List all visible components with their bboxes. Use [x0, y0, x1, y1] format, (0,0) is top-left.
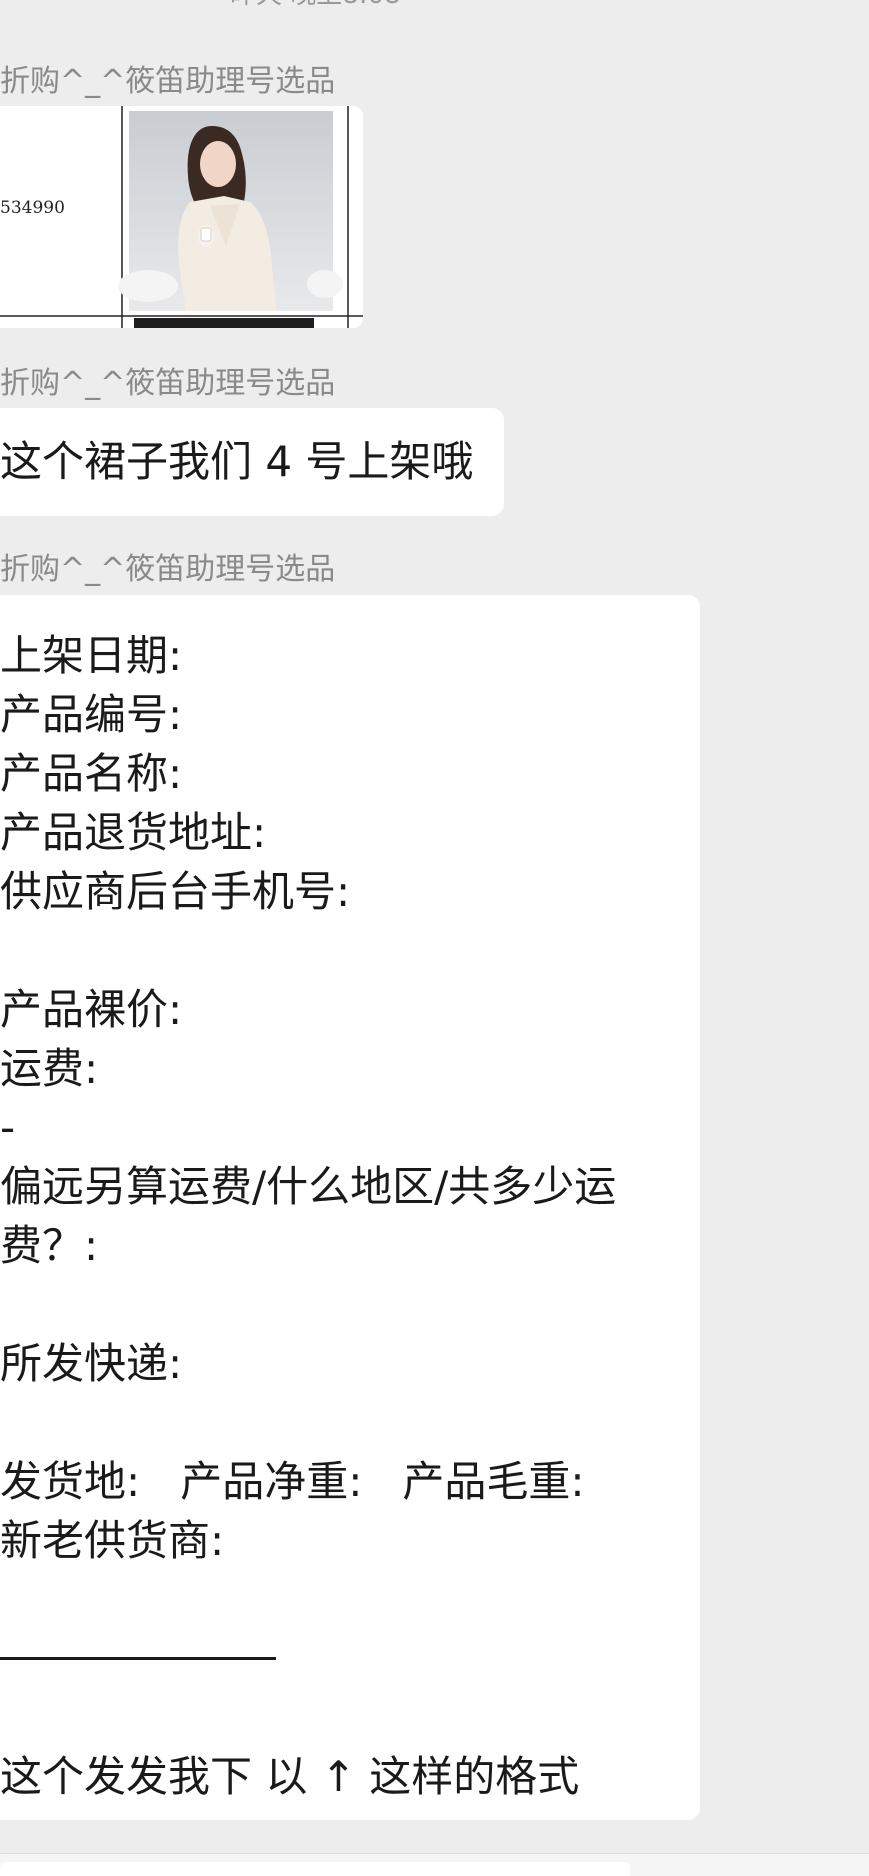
message-input[interactable] [0, 1862, 630, 1876]
message-text: 这个裙子我们 4 号上架哦 [0, 437, 474, 486]
form-line-remote-shipping: 偏远另算运费/什么地区/共多少运 [0, 1162, 617, 1211]
text-message-bubble[interactable]: 这个裙子我们 4 号上架哦 [0, 408, 504, 516]
form-line-shipping-fee: 运费: [0, 1044, 99, 1093]
form-line-product-name: 产品名称: [0, 749, 183, 798]
table-cell-code: 534990 [0, 198, 65, 218]
image-message[interactable]: 534990 [0, 106, 363, 328]
form-line-bare-price: 产品裸价: [0, 985, 183, 1034]
form-line-blank [0, 1393, 616, 1452]
form-message-bubble[interactable]: 上架日期: 产品编号: 产品名称: 产品退货地址: 供应商后台手机号: 产品裸价… [0, 595, 700, 1820]
form-line-product-number: 产品编号: [0, 690, 183, 739]
form-line-dash: - [0, 1103, 16, 1152]
form-line-closing-note: 这个发发我下 以 ↑ 这样的格式 [0, 1752, 580, 1801]
sender-name: 折购^_^筱笛助理号选品 [0, 366, 336, 401]
sender-name: 折购^_^筱笛助理号选品 [0, 64, 336, 99]
chat-area[interactable]: 昨天 晚上8:08 折购^_^筱笛助理号选品 53 [0, 0, 869, 1876]
form-line-return-address: 产品退货地址: [0, 808, 267, 857]
sender-name: 折购^_^筱笛助理号选品 [0, 552, 336, 587]
form-line-blank [0, 1570, 616, 1629]
form-line-origin-weights: 发货地: 产品净重: 产品毛重: [0, 1457, 585, 1506]
form-line-supplier-phone: 供应商后台手机号: [0, 867, 351, 916]
form-line-remote-shipping-cont: 费？: [0, 1221, 99, 1270]
form-line-supplier-type: 新老供货商: [0, 1516, 225, 1565]
form-line-blank [0, 1688, 616, 1747]
form-line-listing-date: 上架日期: [0, 631, 183, 680]
input-bar [0, 1853, 869, 1876]
form-line-blank [0, 921, 616, 980]
form-line-blank [0, 1275, 616, 1334]
form-line-courier: 所发快递: [0, 1339, 183, 1388]
form-divider-line [0, 1657, 276, 1660]
chat-timestamp: 昨天 晚上8:08 [230, 0, 401, 8]
